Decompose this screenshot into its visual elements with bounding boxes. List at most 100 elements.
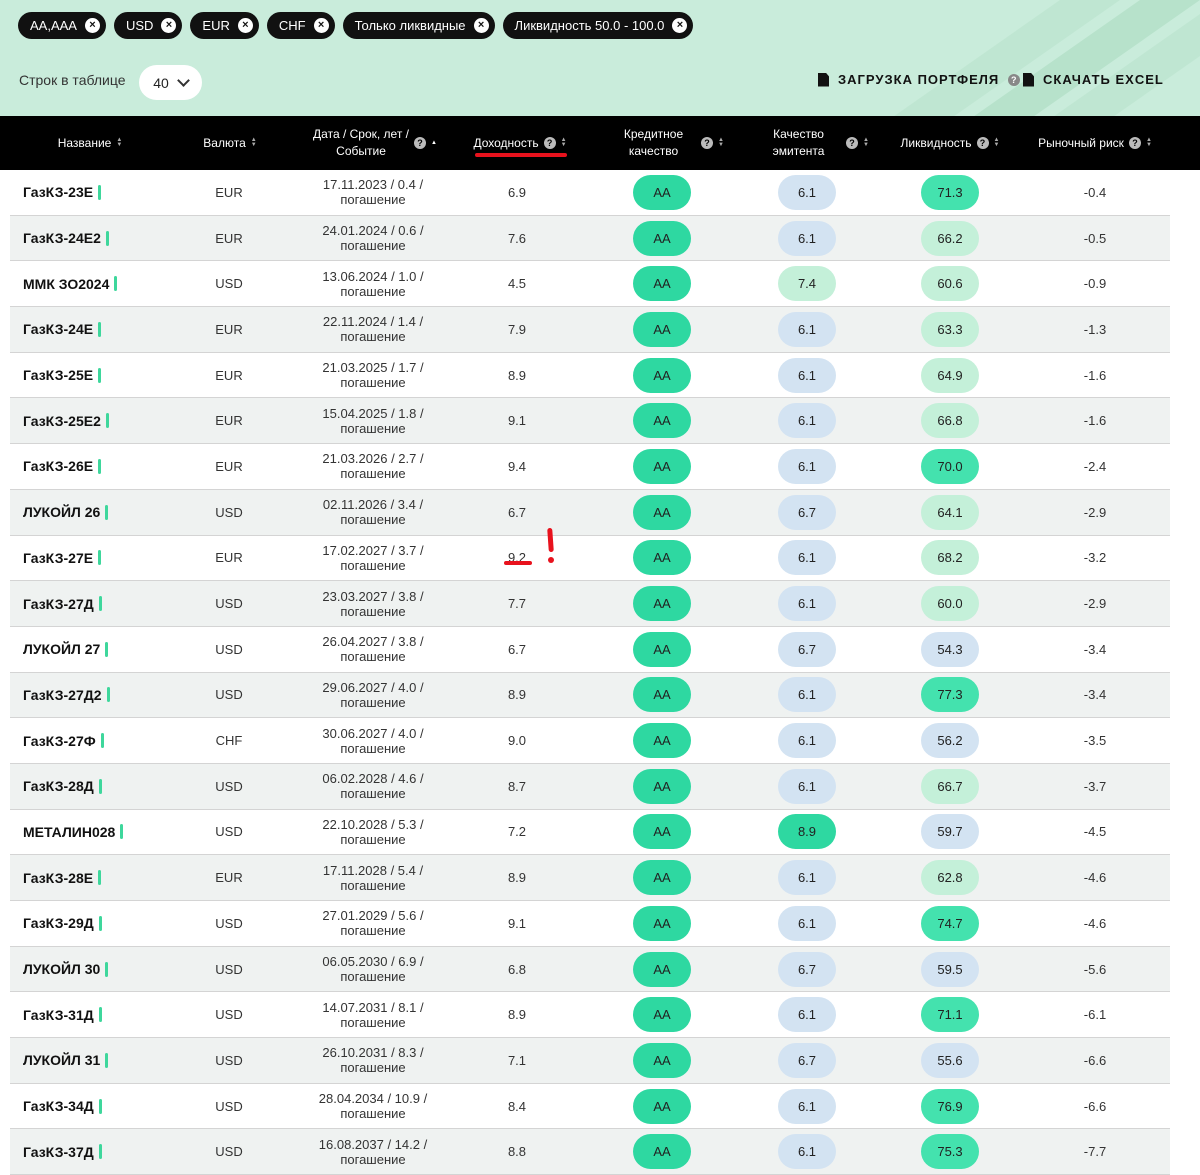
bond-name[interactable]: МЕТАЛИН028 <box>23 824 115 840</box>
bond-name-cell[interactable]: ГазКЗ-28Е <box>23 855 102 900</box>
table-row[interactable]: ГазКЗ-31Д USD 14.07.2031 / 8.1 /погашение 8… <box>10 992 1170 1039</box>
bond-name-cell[interactable]: ЛУКОЙЛ 27 <box>23 627 109 672</box>
bond-name-cell[interactable]: ГазКЗ-23Е <box>23 170 102 215</box>
bond-name-cell[interactable]: ЛУКОЙЛ 26 <box>23 490 109 535</box>
column-header-issuer[interactable]: Качество эмитента ? ▲ ▼ <box>745 116 880 170</box>
close-icon[interactable]: × <box>237 18 253 33</box>
table-row[interactable]: ГазКЗ-29Д USD 27.01.2029 / 5.6 /погашение 9… <box>10 901 1170 947</box>
bond-name-cell[interactable]: ГазКЗ-26Е <box>23 444 102 489</box>
table-row[interactable]: ГазКЗ-28Д USD 06.02.2028 / 4.6 /погашение 8… <box>10 763 1170 810</box>
bond-name[interactable]: ГазКЗ-28Е <box>23 870 93 886</box>
filter-chip[interactable]: EUR × <box>190 12 259 39</box>
bond-name[interactable]: ЛУКОЙЛ 30 <box>23 961 100 977</box>
bond-name-cell[interactable]: ГазКЗ-34Д <box>23 1084 102 1129</box>
bond-name-cell[interactable]: ГазКЗ-31Д <box>23 992 102 1037</box>
help-icon[interactable]: ? <box>543 137 556 149</box>
sort-icon[interactable]: ▲ ▼ <box>994 137 1000 148</box>
table-row[interactable]: ЛУКОЙЛ 30 USD 06.05.2030 / 6.9 /погашение 6… <box>10 946 1170 993</box>
sort-icon[interactable]: ▲ ▼ <box>116 137 122 148</box>
table-row[interactable]: ЛУКОЙЛ 31 USD 26.10.2031 / 8.3 /погашение 7… <box>10 1038 1170 1084</box>
table-row[interactable]: ММК ЗО2024 USD 13.06.2024 / 1.0 /погашение… <box>10 261 1170 308</box>
bond-name-cell[interactable]: ГазКЗ-27Ф <box>23 718 104 763</box>
help-icon[interactable]: ? <box>976 137 989 149</box>
bond-name-cell[interactable]: ГазКЗ-27Д2 <box>23 673 110 718</box>
bond-name[interactable]: ЛУКОЙЛ 31 <box>23 1052 100 1068</box>
bond-name-cell[interactable]: МЕТАЛИН028 <box>23 810 124 855</box>
table-row[interactable]: ГазКЗ-26Е EUR 21.03.2026 / 2.7 /погашение 9… <box>10 444 1170 490</box>
bond-name[interactable]: ГазКЗ-25Е <box>23 367 93 383</box>
close-icon[interactable]: × <box>84 18 100 33</box>
bond-name-cell[interactable]: ГазКЗ-29Д <box>23 901 102 946</box>
close-icon[interactable]: × <box>161 18 177 33</box>
sort-icon[interactable]: ▲ ▼ <box>561 137 567 148</box>
sort-icon[interactable]: ▲ ▼ <box>1146 137 1152 148</box>
column-header-currency[interactable]: Валюта ▲ ▼ <box>190 116 270 170</box>
download-excel-button[interactable]: СКАЧАТЬ EXCEL <box>1023 72 1164 87</box>
filter-chip[interactable]: AA,AAA × <box>18 12 106 39</box>
bond-name-cell[interactable]: ГазКЗ-28Д <box>23 764 102 809</box>
bond-name[interactable]: ГазКЗ-27Д2 <box>23 687 102 703</box>
sort-icon[interactable]: ▲ ▼ <box>718 137 724 148</box>
column-header-liquidity[interactable]: Ликвидность? ▲ ▼ <box>890 116 1010 170</box>
table-row[interactable]: ГазКЗ-27Д USD 23.03.2027 / 3.8 /погашение 7… <box>10 581 1170 627</box>
bond-name-cell[interactable]: ГазКЗ-24Е <box>23 307 102 352</box>
help-icon[interactable]: ? <box>1008 73 1021 86</box>
table-row[interactable]: ГазКЗ-34Д USD 28.04.2034 / 10.9 /погашение… <box>10 1084 1170 1130</box>
column-header-yield[interactable]: Доходность? ▲ ▼ <box>460 116 580 170</box>
table-row[interactable]: ГазКЗ-25Е2 EUR 15.04.2025 / 1.8 /погашение… <box>10 398 1170 445</box>
bond-name[interactable]: ММК ЗО2024 <box>23 276 109 292</box>
column-header-date[interactable]: Дата / Срок, лет / Событие ? ▲ <box>300 116 450 170</box>
bond-name[interactable]: ГазКЗ-27Ф <box>23 733 96 749</box>
bond-name[interactable]: ГазКЗ-25Е2 <box>23 413 101 429</box>
bond-name-cell[interactable]: ГазКЗ-25Е <box>23 353 102 398</box>
bond-name-cell[interactable]: ГазКЗ-27Е <box>23 536 102 581</box>
table-row[interactable]: ГазКЗ-25Е EUR 21.03.2025 / 1.7 /погашение 8… <box>10 353 1170 399</box>
bond-name[interactable]: ГазКЗ-28Д <box>23 778 94 794</box>
table-row[interactable]: ГазКЗ-27Ф CHF 30.06.2027 / 4.0 /погашение 9… <box>10 718 1170 764</box>
column-header-name[interactable]: Название ▲ ▼ <box>40 116 140 170</box>
sort-icon[interactable]: ▲ ▼ <box>863 137 869 148</box>
table-row[interactable]: МЕТАЛИН028 USD 22.10.2028 / 5.3 /погашение… <box>10 810 1170 856</box>
bond-name[interactable]: ГазКЗ-29Д <box>23 915 94 931</box>
bond-name[interactable]: ГазКЗ-23Е <box>23 184 93 200</box>
close-icon[interactable]: × <box>672 18 688 33</box>
table-row[interactable]: ЛУКОЙЛ 26 USD 02.11.2026 / 3.4 /погашение 6… <box>10 489 1170 536</box>
close-icon[interactable]: × <box>473 18 489 33</box>
filter-chip[interactable]: Только ликвидные × <box>342 12 495 39</box>
bond-name[interactable]: ГазКЗ-26Е <box>23 458 93 474</box>
filter-chip[interactable]: Ликвидность 50.0 - 100.0 × <box>502 12 694 39</box>
help-icon[interactable]: ? <box>1128 137 1141 149</box>
bond-name[interactable]: ЛУКОЙЛ 26 <box>23 504 100 520</box>
bond-name-cell[interactable]: ЛУКОЙЛ 31 <box>23 1038 109 1083</box>
table-row[interactable]: ГазКЗ-23Е EUR 17.11.2023 / 0.4 /погашение 6… <box>10 170 1170 216</box>
bond-name-cell[interactable]: ЛУКОЙЛ 30 <box>23 947 109 992</box>
bond-name[interactable]: ГазКЗ-34Д <box>23 1098 94 1114</box>
bond-name-cell[interactable]: ГазКЗ-24Е2 <box>23 216 109 261</box>
help-icon[interactable]: ? <box>414 137 426 149</box>
bond-name[interactable]: ГазКЗ-24Е <box>23 321 93 337</box>
table-row[interactable]: ГазКЗ-24Е2 EUR 24.01.2024 / 0.6 /погашение… <box>10 215 1170 262</box>
bond-name[interactable]: ГазКЗ-31Д <box>23 1007 94 1023</box>
bond-name-cell[interactable]: ГазКЗ-37Д <box>23 1129 102 1174</box>
bond-name-cell[interactable]: ММК ЗО2024 <box>23 261 118 306</box>
rows-per-page-select[interactable]: 40 <box>139 65 202 100</box>
table-row[interactable]: ГазКЗ-28Е EUR 17.11.2028 / 5.4 /погашение 8… <box>10 855 1170 901</box>
table-row[interactable]: ГазКЗ-27Е EUR 17.02.2027 / 3.7 /погашение 9… <box>10 536 1170 582</box>
table-row[interactable]: ГазКЗ-27Д2 USD 29.06.2027 / 4.0 /погашение… <box>10 672 1170 719</box>
bond-name[interactable]: ГазКЗ-37Д <box>23 1144 94 1160</box>
bond-name-cell[interactable]: ГазКЗ-25Е2 <box>23 398 109 443</box>
table-row[interactable]: ЛУКОЙЛ 27 USD 26.04.2027 / 3.8 /погашение 6… <box>10 627 1170 673</box>
bond-name[interactable]: ГазКЗ-27Е <box>23 550 93 566</box>
bond-name[interactable]: ГазКЗ-24Е2 <box>23 230 101 246</box>
sort-icon[interactable]: ▲ ▼ <box>251 137 257 148</box>
table-row[interactable]: ГазКЗ-24Е EUR 22.11.2024 / 1.4 /погашение 7… <box>10 307 1170 353</box>
filter-chip[interactable]: CHF × <box>266 12 335 39</box>
sort-asc-icon[interactable]: ▲ <box>431 140 437 146</box>
table-row[interactable]: ГазКЗ-37Д USD 16.08.2037 / 14.2 /погашение… <box>10 1129 1170 1175</box>
bond-name[interactable]: ГазКЗ-27Д <box>23 596 94 612</box>
close-icon[interactable]: × <box>313 18 329 33</box>
bond-name[interactable]: ЛУКОЙЛ 27 <box>23 641 100 657</box>
column-header-risk[interactable]: Рыночный риск? ▲ ▼ <box>1030 116 1160 170</box>
load-portfolio-button[interactable]: ЗАГРУЗКА ПОРТФЕЛЯ ? <box>818 72 1021 87</box>
column-header-credit[interactable]: Кредитное качество ? ▲ ▼ <box>600 116 735 170</box>
